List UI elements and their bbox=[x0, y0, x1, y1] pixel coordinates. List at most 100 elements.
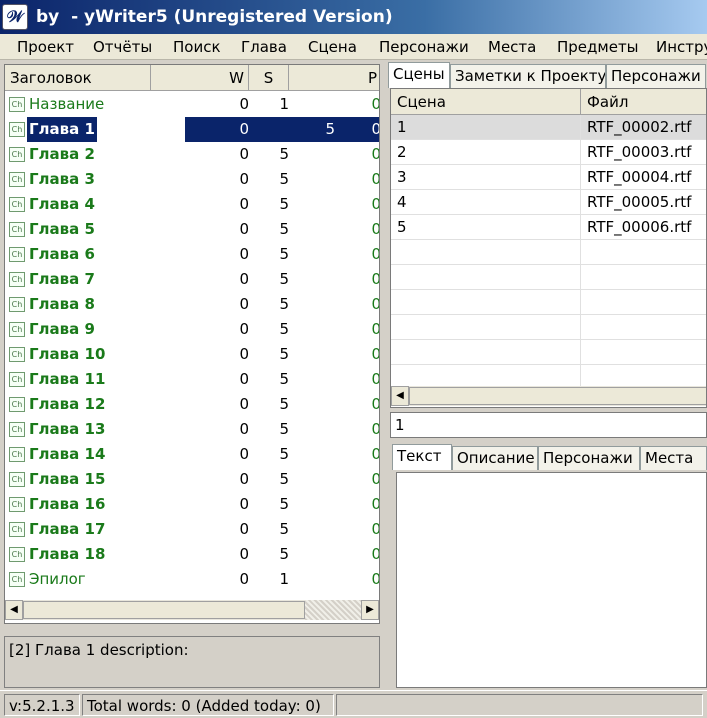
scene-file: RTF_00005.rtf bbox=[581, 190, 706, 215]
scene-number-field[interactable]: 1 bbox=[390, 412, 707, 438]
chapter-s-count: 5 bbox=[279, 320, 289, 338]
column-header-w[interactable]: W bbox=[151, 65, 249, 91]
scroll-track[interactable] bbox=[305, 600, 361, 620]
chapter-row[interactable]: Ch Глава 2 0 5 0 bbox=[5, 142, 379, 167]
menu-item[interactable]: Сцена bbox=[308, 38, 357, 56]
scroll-thumb[interactable] bbox=[23, 601, 305, 619]
menu-item[interactable]: Поиск bbox=[173, 38, 221, 56]
scene-row-empty[interactable] bbox=[391, 315, 706, 340]
column-header-file[interactable]: Файл bbox=[581, 89, 706, 115]
scene-file: RTF_00002.rtf bbox=[581, 115, 706, 140]
arrow-left-icon[interactable]: ◀ bbox=[391, 386, 409, 406]
tab-characters[interactable]: Персонажи bbox=[606, 64, 706, 88]
chapter-s-count: 5 bbox=[279, 220, 289, 238]
chapter-row[interactable]: Ch Глава 9 0 5 0 bbox=[5, 317, 379, 342]
column-header-p[interactable]: P bbox=[289, 65, 379, 91]
chapter-row[interactable]: Ch Глава 15 0 5 0 bbox=[5, 467, 379, 492]
chapter-w-count: 0 bbox=[239, 220, 249, 238]
chapter-row[interactable]: ChГлава 1 050 bbox=[5, 116, 379, 143]
scene-number bbox=[391, 340, 581, 365]
scene-row[interactable]: 1 RTF_00002.rtf bbox=[391, 115, 706, 140]
status-word-count: Total words: 0 (Added today: 0) bbox=[82, 694, 334, 716]
scene-row-empty[interactable] bbox=[391, 265, 706, 290]
chapter-row[interactable]: Ch Глава 7 0 5 0 bbox=[5, 267, 379, 292]
scene-row[interactable]: 4 RTF_00005.rtf bbox=[391, 190, 706, 215]
chapter-row[interactable]: Ch Глава 4 0 5 0 bbox=[5, 192, 379, 217]
chapter-row[interactable]: Ch Глава 16 0 5 0 bbox=[5, 492, 379, 517]
chapter-w-count: 0 bbox=[239, 320, 249, 338]
scene-row[interactable]: 2 RTF_00003.rtf bbox=[391, 140, 706, 165]
chapter-row[interactable]: Ch Название 0 1 0 bbox=[5, 92, 379, 117]
chapter-icon: Ch bbox=[9, 197, 25, 212]
menu-item[interactable]: Глава bbox=[241, 38, 287, 56]
chapter-row[interactable]: Ch Глава 3 0 5 0 bbox=[5, 167, 379, 192]
chapter-description[interactable]: [2] Глава 1 description: bbox=[4, 636, 380, 688]
tab-locations[interactable]: Места bbox=[640, 446, 707, 470]
chapter-title: Глава 12 bbox=[29, 395, 106, 413]
scene-row-empty[interactable] bbox=[391, 290, 706, 315]
scene-row[interactable]: 3 RTF_00004.rtf bbox=[391, 165, 706, 190]
chapter-w-count: 0 bbox=[239, 495, 249, 513]
arrow-left-icon[interactable]: ◀ bbox=[5, 600, 23, 620]
scene-number: 1 bbox=[391, 115, 581, 140]
chapter-title: Глава 4 bbox=[29, 195, 95, 213]
chapter-row[interactable]: Ch Эпилог 0 1 0 bbox=[5, 567, 379, 592]
scene-file bbox=[581, 315, 706, 340]
quill-icon[interactable]: 𝒲 bbox=[2, 4, 28, 30]
tab-scenes[interactable]: Сцены bbox=[388, 62, 450, 88]
chapter-title: Глава 15 bbox=[29, 470, 106, 488]
chapter-row[interactable]: Ch Глава 8 0 5 0 bbox=[5, 292, 379, 317]
scene-row[interactable]: 5 RTF_00006.rtf bbox=[391, 215, 706, 240]
scene-row-empty[interactable] bbox=[391, 240, 706, 265]
chapter-w-count: 0 bbox=[239, 270, 249, 288]
scene-hscrollbar[interactable]: ◀ bbox=[391, 386, 706, 406]
chapter-w-count: 0 bbox=[239, 570, 249, 588]
chapter-row[interactable]: Ch Глава 17 0 5 0 bbox=[5, 517, 379, 542]
chapter-title: Глава 9 bbox=[29, 320, 95, 338]
menu-item[interactable]: Предметы bbox=[557, 38, 639, 56]
chapter-title: Глава 7 bbox=[29, 270, 95, 288]
chapter-row[interactable]: Ch Глава 10 0 5 0 bbox=[5, 342, 379, 367]
chapter-s-count: 5 bbox=[279, 245, 289, 263]
tab-description[interactable]: Описание bbox=[452, 446, 538, 470]
column-header-scene[interactable]: Сцена bbox=[391, 89, 581, 115]
tab-project-notes[interactable]: Заметки к Проекту bbox=[450, 64, 606, 88]
chapter-row[interactable]: Ch Глава 12 0 5 0 bbox=[5, 392, 379, 417]
chapter-p-count: 0 bbox=[335, 217, 379, 242]
chapter-row[interactable]: Ch Глава 11 0 5 0 bbox=[5, 367, 379, 392]
column-header-s[interactable]: S bbox=[249, 65, 289, 91]
panel-splitter[interactable] bbox=[381, 64, 389, 688]
chapter-row[interactable]: Ch Глава 14 0 5 0 bbox=[5, 442, 379, 467]
chapter-w-count: 0 bbox=[239, 445, 249, 463]
tab-characters[interactable]: Персонажи bbox=[538, 446, 640, 470]
status-version: v:5.2.1.3 bbox=[4, 694, 80, 716]
chapter-p-count: 0 bbox=[335, 567, 379, 592]
chapter-p-count: 0 bbox=[335, 367, 379, 392]
menu-item[interactable]: Персонажи bbox=[379, 38, 469, 56]
scene-number: 3 bbox=[391, 165, 581, 190]
menu-item[interactable]: Инстру bbox=[656, 38, 707, 56]
scene-row-empty[interactable] bbox=[391, 340, 706, 365]
scene-number: 2 bbox=[391, 140, 581, 165]
chapter-title: Глава 2 bbox=[29, 145, 95, 163]
chapter-w-count: 0 bbox=[239, 95, 249, 113]
menu-item[interactable]: Отчёты bbox=[93, 38, 152, 56]
chapter-row[interactable]: Ch Глава 18 0 5 0 bbox=[5, 542, 379, 567]
chapter-s-count: 1 bbox=[279, 570, 289, 588]
chapter-hscrollbar[interactable]: ◀ ▶ bbox=[5, 600, 379, 620]
chapter-row[interactable]: Ch Глава 6 0 5 0 bbox=[5, 242, 379, 267]
chapter-row[interactable]: Ch Глава 13 0 5 0 bbox=[5, 417, 379, 442]
scene-text-editor[interactable] bbox=[396, 472, 707, 688]
menu-item[interactable]: Места bbox=[488, 38, 536, 56]
tab-text[interactable]: Текст bbox=[392, 444, 452, 470]
chapter-p-count: 0 bbox=[335, 242, 379, 267]
chapter-s-count: 5 bbox=[279, 520, 289, 538]
menu-item[interactable]: Проект bbox=[17, 38, 74, 56]
chapter-row[interactable]: Ch Глава 5 0 5 0 bbox=[5, 217, 379, 242]
column-header-title[interactable]: Заголовок bbox=[5, 65, 151, 91]
scroll-thumb[interactable] bbox=[409, 387, 706, 405]
chapter-icon: Ch bbox=[9, 172, 25, 187]
chapter-icon: Ch bbox=[9, 522, 25, 537]
arrow-right-icon[interactable]: ▶ bbox=[361, 600, 379, 620]
chapter-p-count: 0 bbox=[335, 492, 379, 517]
